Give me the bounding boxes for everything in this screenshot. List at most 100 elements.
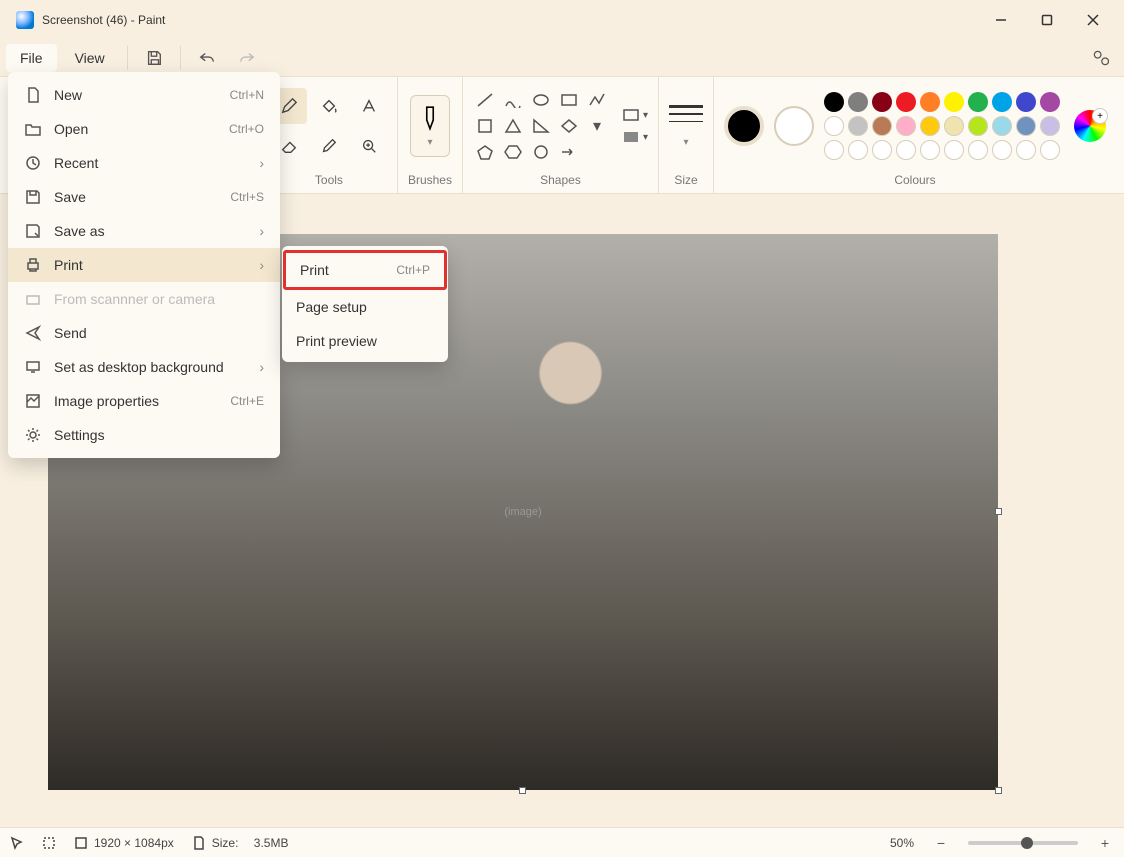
color-swatch[interactable] (920, 116, 940, 136)
color-swatch[interactable] (992, 92, 1012, 112)
resize-handle[interactable] (995, 787, 1002, 794)
shape-right-tri-icon[interactable] (529, 115, 553, 137)
shape-outline-button[interactable]: ▾ (623, 109, 648, 121)
shape-square-icon[interactable] (473, 115, 497, 137)
print-icon (24, 257, 42, 273)
send-icon (24, 325, 42, 341)
cursor-pos (10, 836, 24, 850)
color-swatch[interactable] (848, 92, 868, 112)
menu-print[interactable]: Print› (8, 248, 280, 282)
color-swatch[interactable] (896, 116, 916, 136)
menu-new[interactable]: NewCtrl+N (8, 78, 280, 112)
shape-down-icon[interactable]: ▾ (585, 115, 609, 137)
save-quick-button[interactable] (136, 42, 172, 74)
shape-hexagon-icon[interactable] (501, 141, 525, 163)
shape-arrow-icon[interactable] (557, 141, 581, 163)
undo-button[interactable] (189, 42, 225, 74)
chevron-right-icon: › (259, 257, 264, 273)
shape-diamond-icon[interactable] (557, 115, 581, 137)
shape-circle-icon[interactable] (529, 141, 553, 163)
resize-handle[interactable] (519, 787, 526, 794)
menu-properties[interactable]: Image propertiesCtrl+E (8, 384, 280, 418)
submenu-print-preview[interactable]: Print preview (282, 324, 448, 358)
file-size: Size: 3.5MB (192, 836, 289, 850)
menu-scanner: From scannner or camera (8, 282, 280, 316)
save-as-icon (24, 223, 42, 239)
color-swatch-empty[interactable] (944, 140, 964, 160)
menu-recent[interactable]: Recent› (8, 146, 280, 180)
color-swatch[interactable] (968, 92, 988, 112)
menu-send[interactable]: Send (8, 316, 280, 350)
menu-file[interactable]: File (6, 44, 57, 72)
print-submenu: PrintCtrl+P Page setup Print preview (282, 246, 448, 362)
paint-settings-icon[interactable] (1084, 42, 1118, 74)
color-swatch-empty[interactable] (872, 140, 892, 160)
color-swatch[interactable] (896, 92, 916, 112)
magnify-tool-icon[interactable] (351, 128, 387, 164)
shape-pentagon-icon[interactable] (473, 141, 497, 163)
color-swatch[interactable] (1016, 92, 1036, 112)
group-tools: Tools (261, 77, 398, 193)
shape-rect-icon[interactable] (557, 89, 581, 111)
redo-button[interactable] (229, 42, 265, 74)
shape-polyline-icon[interactable] (585, 89, 609, 111)
secondary-color[interactable] (774, 106, 814, 146)
scanner-icon (24, 291, 42, 307)
color-swatch[interactable] (968, 116, 988, 136)
text-tool-icon[interactable] (351, 88, 387, 124)
minimize-button[interactable] (978, 4, 1024, 36)
submenu-page-setup[interactable]: Page setup (282, 290, 448, 324)
status-bar: 1920 × 1084px Size: 3.5MB 50% − + (0, 827, 1124, 857)
menu-desktop-bg[interactable]: Set as desktop background› (8, 350, 280, 384)
shape-fill-button[interactable]: ▾ (623, 131, 648, 143)
shape-curve-icon[interactable] (501, 89, 525, 111)
color-swatch[interactable] (1040, 116, 1060, 136)
color-swatch-empty[interactable] (1016, 140, 1036, 160)
color-swatch[interactable] (944, 92, 964, 112)
color-swatch[interactable] (920, 92, 940, 112)
submenu-print[interactable]: PrintCtrl+P (286, 253, 444, 287)
resize-handle[interactable] (995, 508, 1002, 515)
color-swatch-empty[interactable] (968, 140, 988, 160)
recent-icon (24, 155, 42, 171)
color-swatch[interactable] (944, 116, 964, 136)
brushes-button[interactable]: ▾ (410, 95, 450, 157)
menu-open[interactable]: OpenCtrl+O (8, 112, 280, 146)
primary-color[interactable] (724, 106, 764, 146)
color-swatch-empty[interactable] (1040, 140, 1060, 160)
fill-tool-icon[interactable] (311, 88, 347, 124)
shape-line-icon[interactable] (473, 89, 497, 111)
shape-oval-icon[interactable] (529, 89, 553, 111)
zoom-in-button[interactable]: + (1096, 834, 1114, 852)
color-swatch[interactable] (848, 116, 868, 136)
image-dims: 1920 × 1084px (74, 836, 174, 850)
color-swatch[interactable] (1016, 116, 1036, 136)
color-swatch[interactable] (872, 92, 892, 112)
group-brushes: ▾ Brushes (398, 77, 463, 193)
close-button[interactable] (1070, 4, 1116, 36)
color-swatch[interactable] (872, 116, 892, 136)
menu-save[interactable]: SaveCtrl+S (8, 180, 280, 214)
color-swatch-empty[interactable] (920, 140, 940, 160)
size-button[interactable] (669, 105, 703, 133)
picker-tool-icon[interactable] (311, 128, 347, 164)
color-swatch-empty[interactable] (824, 140, 844, 160)
zoom-slider[interactable] (968, 841, 1078, 845)
shape-triangle-icon[interactable] (501, 115, 525, 137)
chevron-down-icon: ▾ (683, 137, 688, 148)
color-swatch[interactable] (992, 116, 1012, 136)
maximize-button[interactable] (1024, 4, 1070, 36)
menu-view[interactable]: View (61, 44, 119, 72)
edit-colors-button[interactable] (1074, 110, 1106, 142)
colours-label: Colours (894, 169, 935, 193)
open-folder-icon (24, 121, 42, 137)
zoom-out-button[interactable]: − (932, 834, 950, 852)
color-swatch-empty[interactable] (848, 140, 868, 160)
color-swatch-empty[interactable] (896, 140, 916, 160)
color-swatch[interactable] (1040, 92, 1060, 112)
color-swatch-empty[interactable] (992, 140, 1012, 160)
color-swatch[interactable] (824, 92, 844, 112)
color-swatch[interactable] (824, 116, 844, 136)
menu-settings[interactable]: Settings (8, 418, 280, 452)
menu-save-as[interactable]: Save as› (8, 214, 280, 248)
